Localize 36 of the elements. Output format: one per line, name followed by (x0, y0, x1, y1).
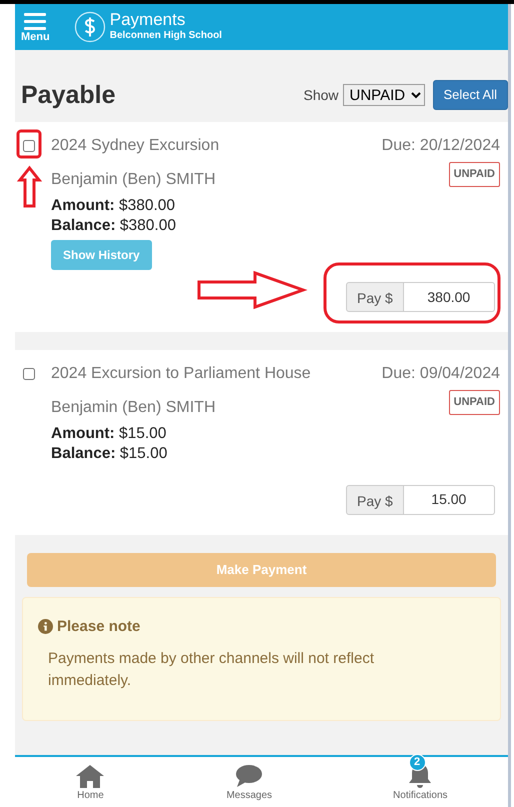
pay-amount-field[interactable]: 15.00 (404, 484, 495, 515)
dollar-circle-icon (74, 11, 106, 43)
note-text: Payments made by other channels will not reflect immediately. (47, 649, 375, 691)
status-filter-dropdown[interactable]: UNPAID (342, 84, 425, 106)
school-name: Belconnen High School (110, 29, 222, 43)
highlight-box (16, 130, 42, 158)
home-icon (75, 764, 106, 788)
balance-text: Balance: $15.00 (51, 444, 168, 464)
note-title: Please note (57, 616, 140, 637)
select-all-button[interactable]: Select All (432, 80, 508, 110)
due-date: Due: 20/12/2024 (382, 136, 500, 156)
balance-text: Balance: $380.00 (51, 216, 177, 236)
notification-count: 2 (408, 754, 426, 771)
amount-text: Amount: $380.00 (51, 196, 176, 216)
student-name: Benjamin (Ben) SMITH (51, 398, 216, 418)
status-tag: UNPAID (448, 162, 500, 186)
page-title: Payable (21, 80, 116, 110)
item-checkbox[interactable] (23, 140, 35, 152)
nav-tab[interactable]: Home (75, 756, 106, 803)
student-name: Benjamin (Ben) SMITH (51, 170, 216, 190)
speech-bubble-icon (235, 764, 264, 788)
amount-text: Amount: $15.00 (51, 424, 168, 444)
info-icon (38, 619, 53, 634)
nav-tab[interactable]: Messages (226, 756, 272, 803)
app-title: Payments (110, 11, 186, 28)
filter-label: Show (303, 86, 339, 104)
item-checkbox[interactable] (23, 368, 35, 380)
item-title: 2024 Excursion to Parliament House (51, 364, 311, 384)
due-date: Due: 09/04/2024 (382, 364, 500, 384)
pay-amount-field[interactable]: 380.00 (404, 282, 495, 312)
pay-prefix: Pay $ (346, 484, 404, 515)
nav-tab[interactable]: Notifications 2 (393, 754, 448, 803)
menu-icon (24, 12, 46, 30)
item-title: 2024 Sydney Excursion (51, 136, 220, 156)
status-tag: UNPAID (448, 390, 500, 415)
pay-prefix: Pay $ (346, 282, 404, 312)
